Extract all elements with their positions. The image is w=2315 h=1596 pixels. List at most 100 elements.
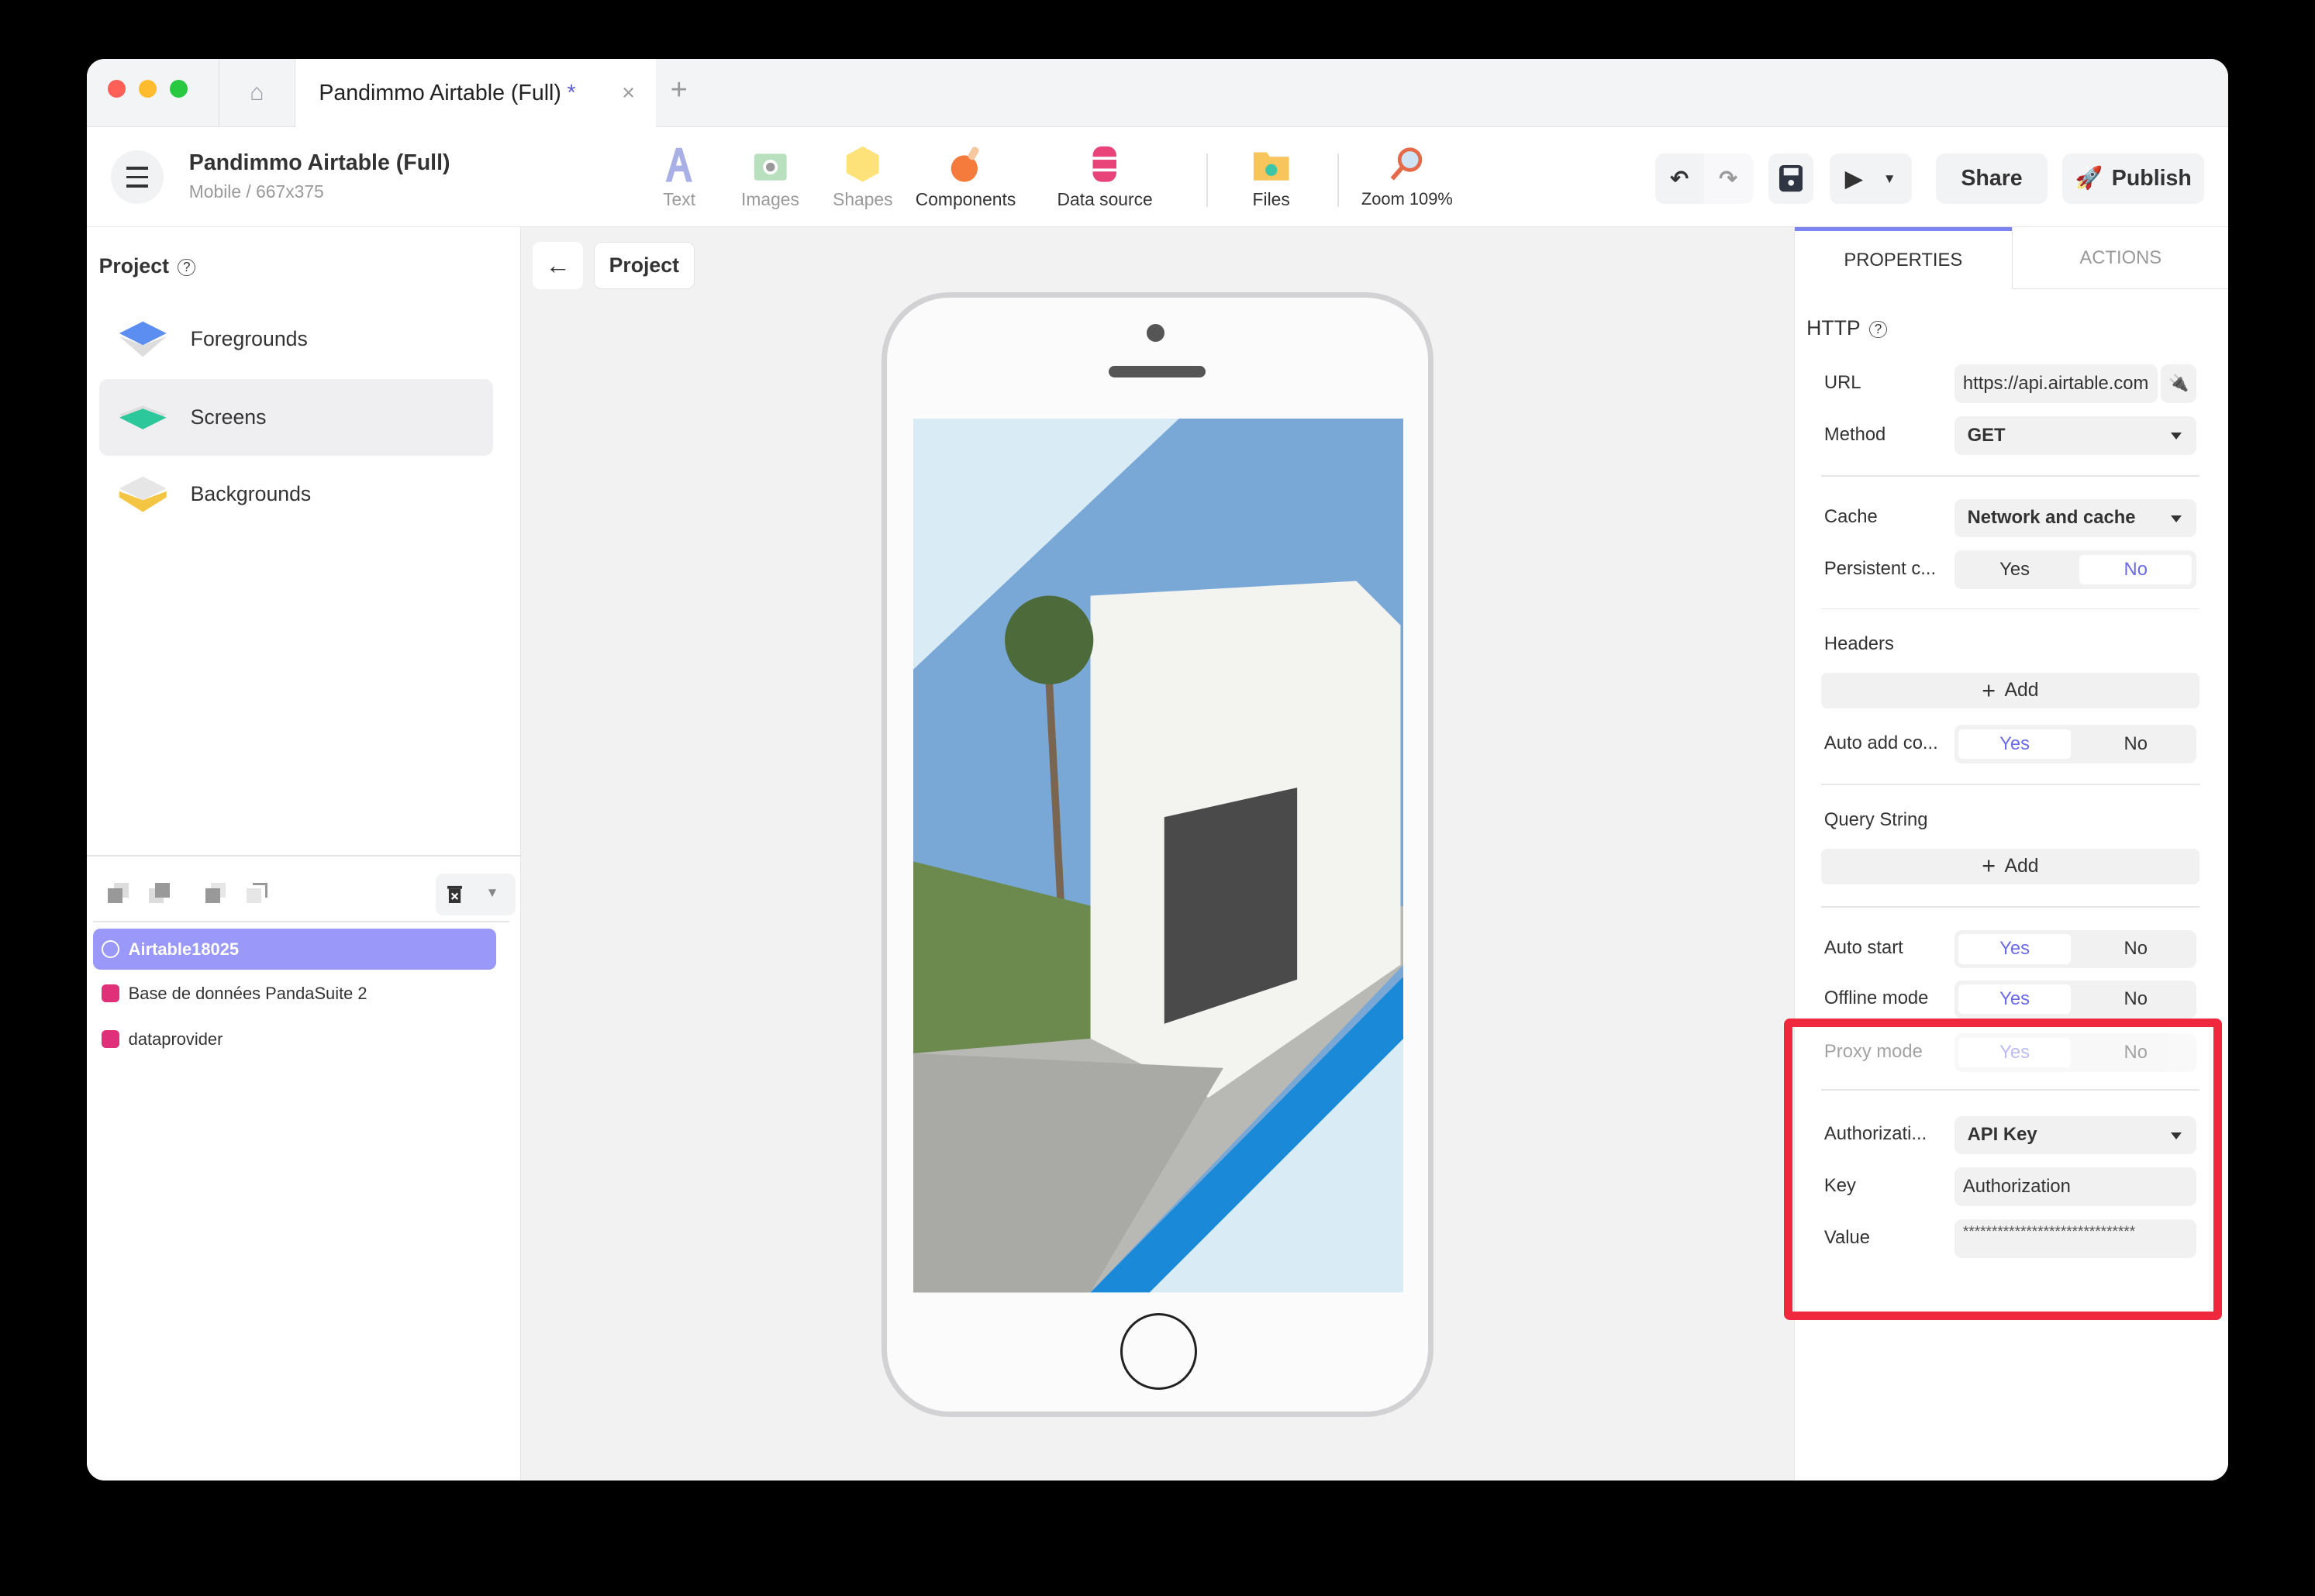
components-tool[interactable]: Components	[916, 145, 1016, 210]
database-icon	[102, 1030, 120, 1049]
unsaved-indicator: *	[567, 81, 576, 106]
chevron-down-icon[interactable]: ▼	[1883, 171, 1896, 187]
database-icon	[1092, 146, 1117, 182]
zoom-tool[interactable]: Zoom 109%	[1361, 145, 1453, 209]
item-label: Airtable18025	[128, 939, 240, 959]
method-value: GET	[1967, 424, 2006, 446]
no-option[interactable]: No	[2079, 729, 2192, 759]
data-source-tool[interactable]: Data source	[1057, 145, 1153, 210]
datasource-item-pandasuite[interactable]: Base de données PandaSuite 2	[93, 973, 496, 1014]
project-title: Pandimmo Airtable (Full)	[188, 150, 450, 176]
text-tool[interactable]: Text	[660, 145, 699, 210]
minimize-window-button[interactable]	[139, 79, 157, 98]
hamburger-menu-button[interactable]	[110, 150, 164, 204]
persistent-row: Persistent c... Yes No	[1824, 550, 2208, 589]
offline-toggle[interactable]: Yes No	[1954, 980, 2196, 1019]
database-icon	[102, 984, 120, 1003]
breadcrumb[interactable]: Project	[593, 242, 695, 290]
section-title: HTTP	[1806, 315, 1861, 340]
send-to-back-button[interactable]	[108, 882, 131, 906]
text-icon	[665, 147, 693, 182]
bring-to-front-button[interactable]	[247, 882, 270, 906]
yes-option[interactable]: Yes	[1958, 555, 2071, 584]
tab-title: Pandimmo Airtable (Full)	[319, 81, 561, 106]
yes-option[interactable]: Yes	[1958, 934, 2071, 964]
cache-select[interactable]: Network and cache	[1954, 498, 2196, 538]
url-row: URL https://api.airtable.com 🔌	[1824, 364, 2208, 403]
tool-label: Components	[915, 188, 1016, 209]
url-label: URL	[1823, 371, 1861, 393]
canvas[interactable]: ← Project	[521, 227, 1794, 1481]
redo-button[interactable]: ↷	[1703, 153, 1753, 204]
share-button[interactable]: Share	[1935, 153, 2048, 204]
home-button[interactable]	[1120, 1313, 1197, 1391]
phone-preview	[881, 292, 1434, 1418]
help-icon[interactable]: ?	[1869, 320, 1887, 339]
tab-actions[interactable]: ACTIONS	[2011, 227, 2228, 290]
undo-button[interactable]: ↶	[1654, 153, 1704, 204]
autoadd-toggle[interactable]: Yes No	[1954, 725, 2196, 764]
autostart-toggle[interactable]: Yes No	[1954, 929, 2196, 969]
tool-label: Text	[663, 188, 695, 209]
persistent-toggle[interactable]: Yes No	[1954, 550, 2196, 589]
background-layer-icon	[119, 477, 167, 512]
back-button[interactable]: ←	[533, 242, 584, 290]
save-icon	[1779, 165, 1803, 192]
send-backward-button[interactable]	[149, 882, 172, 906]
document-tab[interactable]: Pandimmo Airtable (Full) * ×	[295, 59, 656, 129]
project-item-backgrounds[interactable]: Backgrounds	[99, 456, 493, 533]
tool-label: Shapes	[833, 188, 893, 209]
item-label: Foregrounds	[190, 327, 308, 351]
redo-icon: ↷	[1719, 166, 1738, 191]
add-query-button[interactable]: + Add	[1821, 849, 2199, 884]
help-icon[interactable]: ?	[178, 258, 196, 277]
method-select[interactable]: GET	[1954, 416, 2196, 455]
magnifier-icon	[1390, 147, 1423, 181]
datasource-item-airtable[interactable]: Airtable18025	[92, 928, 496, 970]
add-header-button[interactable]: + Add	[1821, 673, 2199, 709]
camera-icon	[754, 153, 787, 181]
new-tab-button[interactable]: +	[671, 74, 688, 107]
method-row: Method GET	[1824, 416, 2208, 455]
project-item-foregrounds[interactable]: Foregrounds	[99, 301, 493, 377]
no-option[interactable]: No	[2079, 555, 2193, 585]
publish-button[interactable]: 🚀 Publish	[2062, 153, 2205, 204]
share-label: Share	[1961, 165, 2023, 191]
tool-label: Images	[741, 188, 799, 209]
yes-option[interactable]: Yes	[1958, 729, 2071, 759]
panel-title: Project	[98, 253, 169, 277]
no-option[interactable]: No	[2079, 984, 2192, 1014]
images-tool[interactable]: Images	[741, 145, 799, 210]
no-option[interactable]: No	[2079, 934, 2192, 963]
autostart-label: Auto start	[1823, 937, 1903, 959]
maximize-window-button[interactable]	[170, 79, 188, 98]
undo-icon: ↶	[1670, 166, 1689, 191]
datasource-item-dataprovider[interactable]: dataprovider	[93, 1019, 496, 1060]
caret-down-icon	[2170, 432, 2182, 440]
files-tool[interactable]: Files	[1252, 145, 1291, 210]
speaker-slot	[1108, 365, 1206, 377]
tab-properties[interactable]: PROPERTIES	[1794, 227, 2012, 289]
delete-button[interactable]: ▼	[435, 874, 516, 915]
home-tab[interactable]: ⌂	[218, 59, 295, 127]
project-panel: Project? Foregrounds Screens Backgrounds…	[87, 227, 522, 1481]
tool-label: Files	[1252, 188, 1290, 209]
highlight-box	[1783, 1019, 2223, 1320]
bring-forward-button[interactable]	[205, 882, 229, 906]
url-input[interactable]: https://api.airtable.com	[1954, 364, 2158, 403]
yes-option[interactable]: Yes	[1958, 984, 2071, 1015]
plug-icon[interactable]: 🔌	[2161, 364, 2196, 403]
screen-image[interactable]	[913, 419, 1404, 1293]
close-window-button[interactable]	[108, 79, 126, 98]
headers-label: Headers	[1823, 633, 1894, 654]
screen-layer-icon	[119, 405, 167, 430]
save-button[interactable]	[1768, 153, 1813, 204]
close-tab-icon[interactable]: ×	[622, 81, 635, 106]
trash-icon	[447, 885, 463, 904]
shapes-tool[interactable]: Shapes	[833, 145, 893, 210]
chevron-down-icon[interactable]: ▼	[486, 884, 499, 901]
autoadd-row: Auto add co... Yes No	[1824, 725, 2208, 764]
project-item-screens[interactable]: Screens	[98, 379, 494, 457]
preview-button[interactable]: ▶ ▼	[1829, 153, 1913, 204]
item-label: Backgrounds	[190, 482, 312, 506]
